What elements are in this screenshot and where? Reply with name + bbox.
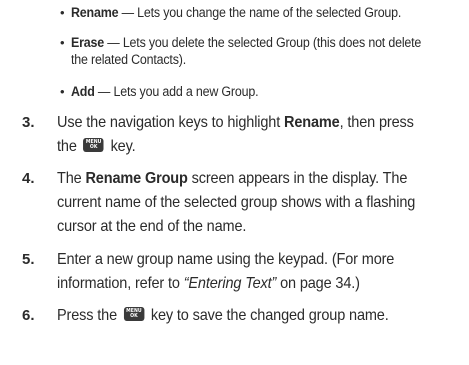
menu-ok-key-icon: MENU OK bbox=[123, 307, 145, 321]
step-4-line-2: current name of the selected group shows… bbox=[57, 194, 416, 211]
bullet-erase: Erase — Lets you delete the selected Gro… bbox=[71, 35, 422, 50]
bullet-term: Erase bbox=[71, 35, 105, 50]
bullet-term: Add bbox=[71, 84, 95, 99]
step-6-line-1: Press the MENU OK key to save the changed… bbox=[57, 307, 389, 324]
step-4-line-3: cursor at the end of the name. bbox=[57, 218, 247, 235]
bullet-dot: • bbox=[60, 35, 65, 50]
step-number: 5. bbox=[22, 251, 35, 268]
cross-reference-link: “Entering Text” bbox=[183, 275, 277, 292]
bullet-dot: • bbox=[60, 5, 65, 20]
bullet-add: Add — Lets you add a new Group. bbox=[71, 84, 259, 99]
step-number: 6. bbox=[22, 307, 35, 324]
step-3-line-1: Use the navigation keys to highlight Ren… bbox=[57, 114, 414, 131]
bullet-term: Rename bbox=[71, 5, 119, 20]
step-5-line-2: information, refer to “Entering Text” on… bbox=[57, 275, 360, 292]
manual-page: • Rename — Lets you change the name of t… bbox=[0, 0, 469, 365]
step-5-line-1: Enter a new group name using the keypad.… bbox=[57, 251, 395, 268]
step-4-line-1: The Rename Group screen appears in the d… bbox=[57, 170, 408, 187]
step-3-line-2: the MENU OK key. bbox=[57, 138, 136, 155]
step-number: 3. bbox=[22, 114, 35, 131]
menu-ok-key-icon: MENU OK bbox=[83, 138, 104, 152]
bullet-erase-continued: the related Contacts). bbox=[71, 52, 186, 67]
bullet-rename: Rename — Lets you change the name of the… bbox=[71, 5, 402, 20]
step-number: 4. bbox=[22, 170, 35, 187]
bullet-dot: • bbox=[60, 84, 65, 99]
